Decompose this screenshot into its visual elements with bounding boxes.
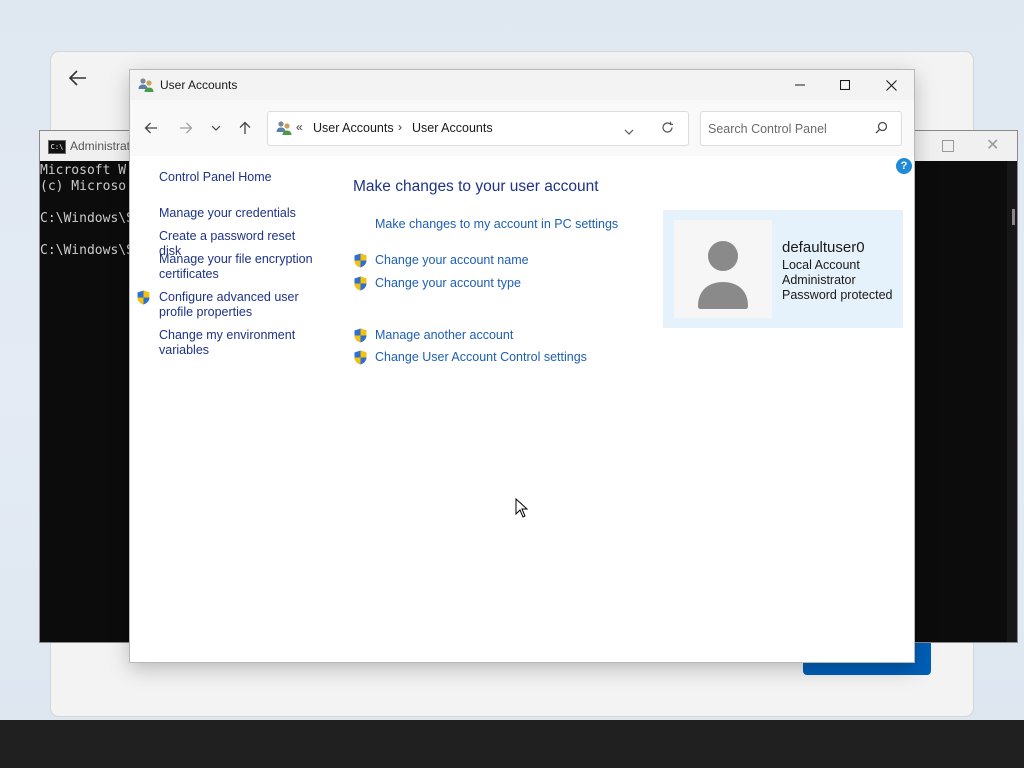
cmd-maximize-icon[interactable] bbox=[942, 140, 954, 152]
change-account-type-link[interactable]: Change your account type bbox=[375, 276, 521, 290]
cmd-title: Administrat bbox=[70, 139, 131, 153]
minimize-button[interactable] bbox=[777, 70, 823, 100]
taskbar bbox=[0, 720, 1024, 768]
close-button[interactable] bbox=[868, 70, 914, 100]
window-titlebar[interactable]: User Accounts bbox=[130, 70, 914, 100]
maximize-icon bbox=[840, 80, 850, 90]
back-button[interactable] bbox=[141, 118, 161, 138]
maximize-button[interactable] bbox=[822, 70, 868, 100]
back-arrow-icon[interactable] bbox=[66, 66, 90, 90]
search-icon[interactable] bbox=[875, 121, 888, 139]
cmd-app-icon: C:\ bbox=[48, 140, 66, 154]
minimize-icon bbox=[795, 84, 805, 86]
user-silhouette-icon bbox=[698, 241, 748, 309]
uac-shield-icon bbox=[353, 350, 368, 365]
user-accounts-icon bbox=[138, 77, 154, 93]
user-account-card: defaultuser0 Local Account Administrator… bbox=[663, 210, 903, 328]
cmd-close-icon[interactable]: ✕ bbox=[986, 135, 999, 155]
breadcrumb-item[interactable]: User Accounts bbox=[313, 121, 394, 135]
close-icon bbox=[885, 79, 897, 91]
mouse-cursor-icon bbox=[515, 497, 529, 523]
help-button[interactable]: ? bbox=[896, 158, 912, 174]
environment-variables-link[interactable]: Change my environment variables bbox=[159, 328, 309, 358]
uac-shield-icon bbox=[353, 253, 368, 268]
breadcrumb-item[interactable]: User Accounts bbox=[412, 121, 493, 135]
address-bar[interactable]: « User Accounts › User Accounts bbox=[267, 111, 689, 146]
recent-locations-button[interactable] bbox=[206, 118, 226, 138]
arrow-left-icon bbox=[144, 122, 157, 134]
account-role: Administrator bbox=[782, 273, 856, 287]
navigation-bar: « User Accounts › User Accounts bbox=[130, 100, 914, 156]
up-button[interactable] bbox=[235, 118, 255, 138]
manage-credentials-link[interactable]: Manage your credentials bbox=[159, 206, 319, 221]
account-type: Local Account bbox=[782, 258, 860, 272]
window-title: User Accounts bbox=[160, 78, 238, 92]
file-encryption-link[interactable]: Manage your file encryption certificates bbox=[159, 252, 321, 282]
password-status: Password protected bbox=[782, 288, 893, 302]
search-box[interactable] bbox=[700, 111, 902, 146]
uac-shield-icon bbox=[136, 290, 151, 305]
control-panel-home-link[interactable]: Control Panel Home bbox=[159, 170, 319, 185]
user-accounts-icon bbox=[276, 120, 292, 136]
forward-button[interactable] bbox=[176, 118, 196, 138]
refresh-icon bbox=[662, 121, 673, 133]
uac-shield-icon bbox=[353, 276, 368, 291]
avatar bbox=[674, 220, 772, 318]
cmd-scroll-thumb[interactable] bbox=[1012, 209, 1015, 225]
cmd-scrollbar[interactable] bbox=[1007, 161, 1017, 642]
search-input[interactable] bbox=[708, 120, 868, 138]
refresh-button[interactable] bbox=[661, 121, 674, 139]
pc-settings-link[interactable]: Make changes to my account in PC setting… bbox=[375, 217, 618, 231]
chevron-down-icon bbox=[624, 129, 634, 135]
breadcrumb-overflow[interactable]: « bbox=[296, 120, 303, 134]
user-name: defaultuser0 bbox=[782, 239, 865, 256]
manage-another-account-link[interactable]: Manage another account bbox=[375, 328, 513, 342]
user-accounts-window: User Accounts « User Accounts › User Acc… bbox=[130, 70, 914, 662]
change-account-name-link[interactable]: Change your account name bbox=[375, 253, 529, 267]
arrow-right-icon bbox=[180, 122, 193, 134]
advanced-profile-properties-link[interactable]: Configure advanced user profile properti… bbox=[159, 290, 309, 320]
chevron-right-icon[interactable]: › bbox=[398, 120, 402, 134]
arrow-up-icon bbox=[239, 121, 251, 134]
address-dropdown-button[interactable] bbox=[624, 122, 634, 140]
page-heading: Make changes to your user account bbox=[353, 178, 599, 195]
chevron-down-icon bbox=[211, 125, 221, 131]
uac-settings-link[interactable]: Change User Account Control settings bbox=[375, 350, 587, 364]
uac-shield-icon bbox=[353, 328, 368, 343]
